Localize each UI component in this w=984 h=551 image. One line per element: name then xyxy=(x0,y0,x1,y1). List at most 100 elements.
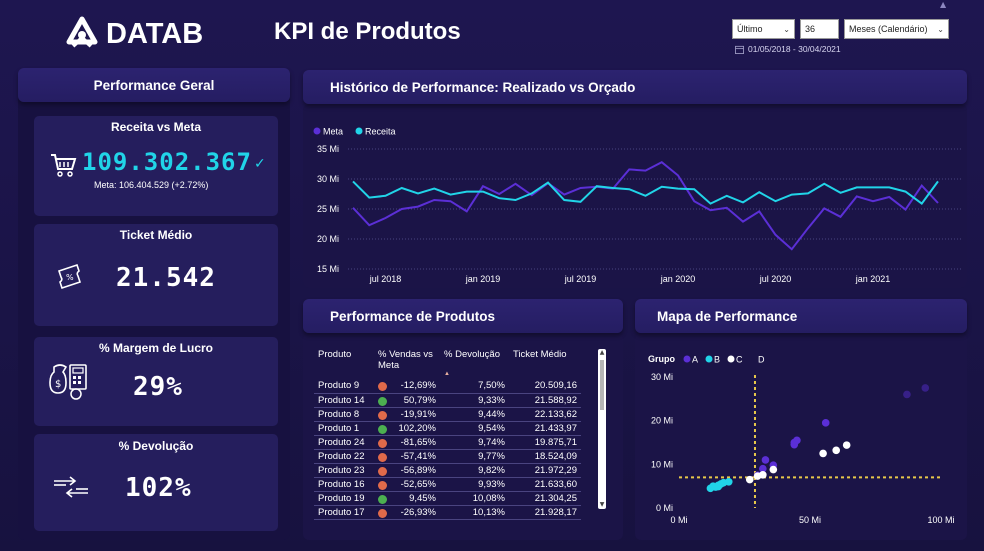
kpi-margem-value: 29% xyxy=(133,372,183,402)
sales-vs-target-value: -57,41% xyxy=(400,450,436,462)
legend-marker-meta xyxy=(313,127,321,135)
brand-logo: DATAB xyxy=(64,14,214,54)
scatter-point-c[interactable] xyxy=(769,465,778,474)
avg-ticket-value: 21.633,60 xyxy=(509,477,581,492)
kpi-receita-value: 109.302.367 xyxy=(82,148,252,176)
table-row[interactable]: Produto 19 9,45% 10,08% 21.304,25 xyxy=(314,491,581,506)
profit-calculator-icon: $ xyxy=(49,364,87,400)
sales-vs-target-cell: -57,41% xyxy=(374,449,440,464)
scatter-point-b[interactable] xyxy=(724,478,733,486)
avg-ticket-value: 18.524,09 xyxy=(509,449,581,464)
sales-vs-target-cell: -52,65% xyxy=(374,477,440,492)
period-count-input[interactable]: 36 xyxy=(800,19,839,39)
scatter-point-a[interactable] xyxy=(761,456,770,464)
exchange-arrows-icon xyxy=(54,476,88,498)
sales-vs-target-cell: -19,91% xyxy=(374,407,440,422)
scatter-point-b[interactable] xyxy=(714,482,723,491)
avg-ticket-value: 20.509,16 xyxy=(509,379,581,394)
legend-label-c: C xyxy=(736,355,743,365)
x-tick-label: jul 2020 xyxy=(759,274,792,284)
period-unit-select[interactable]: Meses (Calendário) ⌄ xyxy=(844,19,949,39)
check-icon: ✓ xyxy=(253,156,266,172)
product-name: Produto 8 xyxy=(314,407,374,422)
shopping-cart-icon xyxy=(51,154,77,177)
kpi-card-ticket-title: Ticket Médio xyxy=(119,228,193,242)
scroll-up-icon[interactable]: ▲ xyxy=(598,349,606,357)
scatter-point-c[interactable] xyxy=(832,446,840,455)
kpi-devolucao-value: 102% xyxy=(125,473,192,503)
scatter-point-c[interactable] xyxy=(759,471,767,479)
y-tick-label: 10 Mi xyxy=(651,459,673,469)
period-count-value: 36 xyxy=(805,24,816,34)
scatter-point-a[interactable] xyxy=(821,419,830,427)
series-line-meta[interactable] xyxy=(352,161,939,251)
scatter-point-c[interactable] xyxy=(842,441,851,449)
sales-vs-target-value: -12,69% xyxy=(400,380,436,392)
products-table-title: Performance de Produtos xyxy=(330,308,496,324)
y-tick-label: 30 Mi xyxy=(651,372,673,382)
history-legend: Meta Receita xyxy=(313,127,396,137)
return-rate-value: 7,50% xyxy=(440,379,509,394)
kpi-card-margem-title: % Margem de Lucro xyxy=(98,341,214,355)
avg-ticket-value: 21.928,17 xyxy=(509,505,581,520)
collapse-chevron-icon[interactable]: ▲ xyxy=(940,0,946,9)
avg-ticket-value: 22.133,62 xyxy=(509,407,581,422)
col-header-produto[interactable]: Produto xyxy=(314,349,374,379)
return-rate-value: 9,93% xyxy=(440,477,509,492)
sales-vs-target-cell: -12,69% xyxy=(374,379,440,394)
table-row[interactable]: Produto 16 -52,65% 9,93% 21.633,60 xyxy=(314,477,581,492)
avg-ticket-value: 21.304,25 xyxy=(509,491,581,506)
y-tick-label: 20 Mi xyxy=(651,416,673,426)
legend-label-a: A xyxy=(692,355,698,365)
col-header-ticket[interactable]: Ticket Médio xyxy=(509,349,581,379)
performance-map-header: Mapa de Performance xyxy=(635,299,967,333)
discount-ticket-icon: % xyxy=(57,263,82,290)
products-scroll-thumb[interactable] xyxy=(600,360,604,410)
kpi-card-receita-title: Receita vs Meta xyxy=(110,120,202,134)
table-row[interactable]: Produto 22 -57,41% 9,77% 18.524,09 xyxy=(314,449,581,464)
calendar-icon xyxy=(735,45,744,54)
page-title: KPI de Produtos xyxy=(274,18,461,45)
scatter-point-a[interactable] xyxy=(790,440,799,449)
svg-text:$: $ xyxy=(55,379,61,390)
col-header-devolucao-label: % Devolução xyxy=(444,349,500,360)
period-type-select[interactable]: Último ⌄ xyxy=(732,19,795,39)
legend-label-d: D xyxy=(758,355,765,365)
brand-logo-icon xyxy=(66,16,98,48)
y-tick-label: 30 Mi xyxy=(317,174,339,184)
table-row[interactable]: Produto 14 50,79% 9,33% 21.588,92 xyxy=(314,393,581,408)
legend-marker-a xyxy=(683,355,691,363)
legend-label-b: B xyxy=(714,355,720,365)
sales-vs-target-cell: 50,79% xyxy=(374,393,440,408)
history-chart-header: Histórico de Performance: Realizado vs O… xyxy=(303,70,967,104)
x-tick-label: jan 2019 xyxy=(465,274,501,284)
table-row[interactable]: Produto 17 -26,93% 10,13% 21.928,17 xyxy=(314,505,581,520)
col-header-devolucao[interactable]: % Devolução ▲ xyxy=(440,349,509,379)
kpi-receita-value-row: 109.302.367 ✓ xyxy=(82,148,266,176)
date-range-text: 01/05/2018 - 30/04/2021 xyxy=(748,44,841,54)
return-rate-value: 9,74% xyxy=(440,435,509,450)
chevron-down-icon: ⌄ xyxy=(937,24,944,34)
products-table: Produto % Vendas vs Meta % Devolução ▲ T… xyxy=(314,349,581,520)
performance-scatter-chart[interactable]: Grupo A B C D 0 Mi 10 Mi 20 Mi 30 Mi 0 Mi 50 Mi 100… xyxy=(635,333,967,540)
sales-vs-target-cell: -81,65% xyxy=(374,435,440,450)
scatter-point-c[interactable] xyxy=(819,449,827,458)
performance-map-title: Mapa de Performance xyxy=(657,308,798,324)
table-row[interactable]: Produto 1 102,20% 9,54% 21.433,97 xyxy=(314,421,581,436)
table-row[interactable]: Produto 8 -19,91% 9,44% 22.133,62 xyxy=(314,407,581,422)
product-name: Produto 14 xyxy=(314,393,374,408)
scroll-down-icon[interactable]: ▼ xyxy=(598,501,606,509)
table-row[interactable]: Produto 9 -12,69% 7,50% 20.509,16 xyxy=(314,379,581,394)
performance-map-panel: Grupo A B C D 0 Mi 10 Mi 20 Mi 30 Mi 0 Mi 50 Mi 100… xyxy=(635,333,967,540)
scatter-point-c[interactable] xyxy=(745,475,754,484)
history-line-chart[interactable]: Meta Receita 15 Mi 20 Mi 25 Mi 30 Mi 35 Mi jul … xyxy=(303,104,967,288)
scatter-point-a[interactable] xyxy=(903,390,911,399)
col-header-vendas[interactable]: % Vendas vs Meta xyxy=(374,349,440,379)
status-dot-icon xyxy=(378,466,387,476)
product-name: Produto 22 xyxy=(314,449,374,464)
scatter-point-a[interactable] xyxy=(921,384,930,392)
y-tick-label: 20 Mi xyxy=(317,234,339,244)
period-unit-value: Meses (Calendário) xyxy=(849,24,928,34)
table-row[interactable]: Produto 24 -81,65% 9,74% 19.875,71 xyxy=(314,435,581,450)
table-row[interactable]: Produto 23 -56,89% 9,82% 21.972,29 xyxy=(314,463,581,478)
